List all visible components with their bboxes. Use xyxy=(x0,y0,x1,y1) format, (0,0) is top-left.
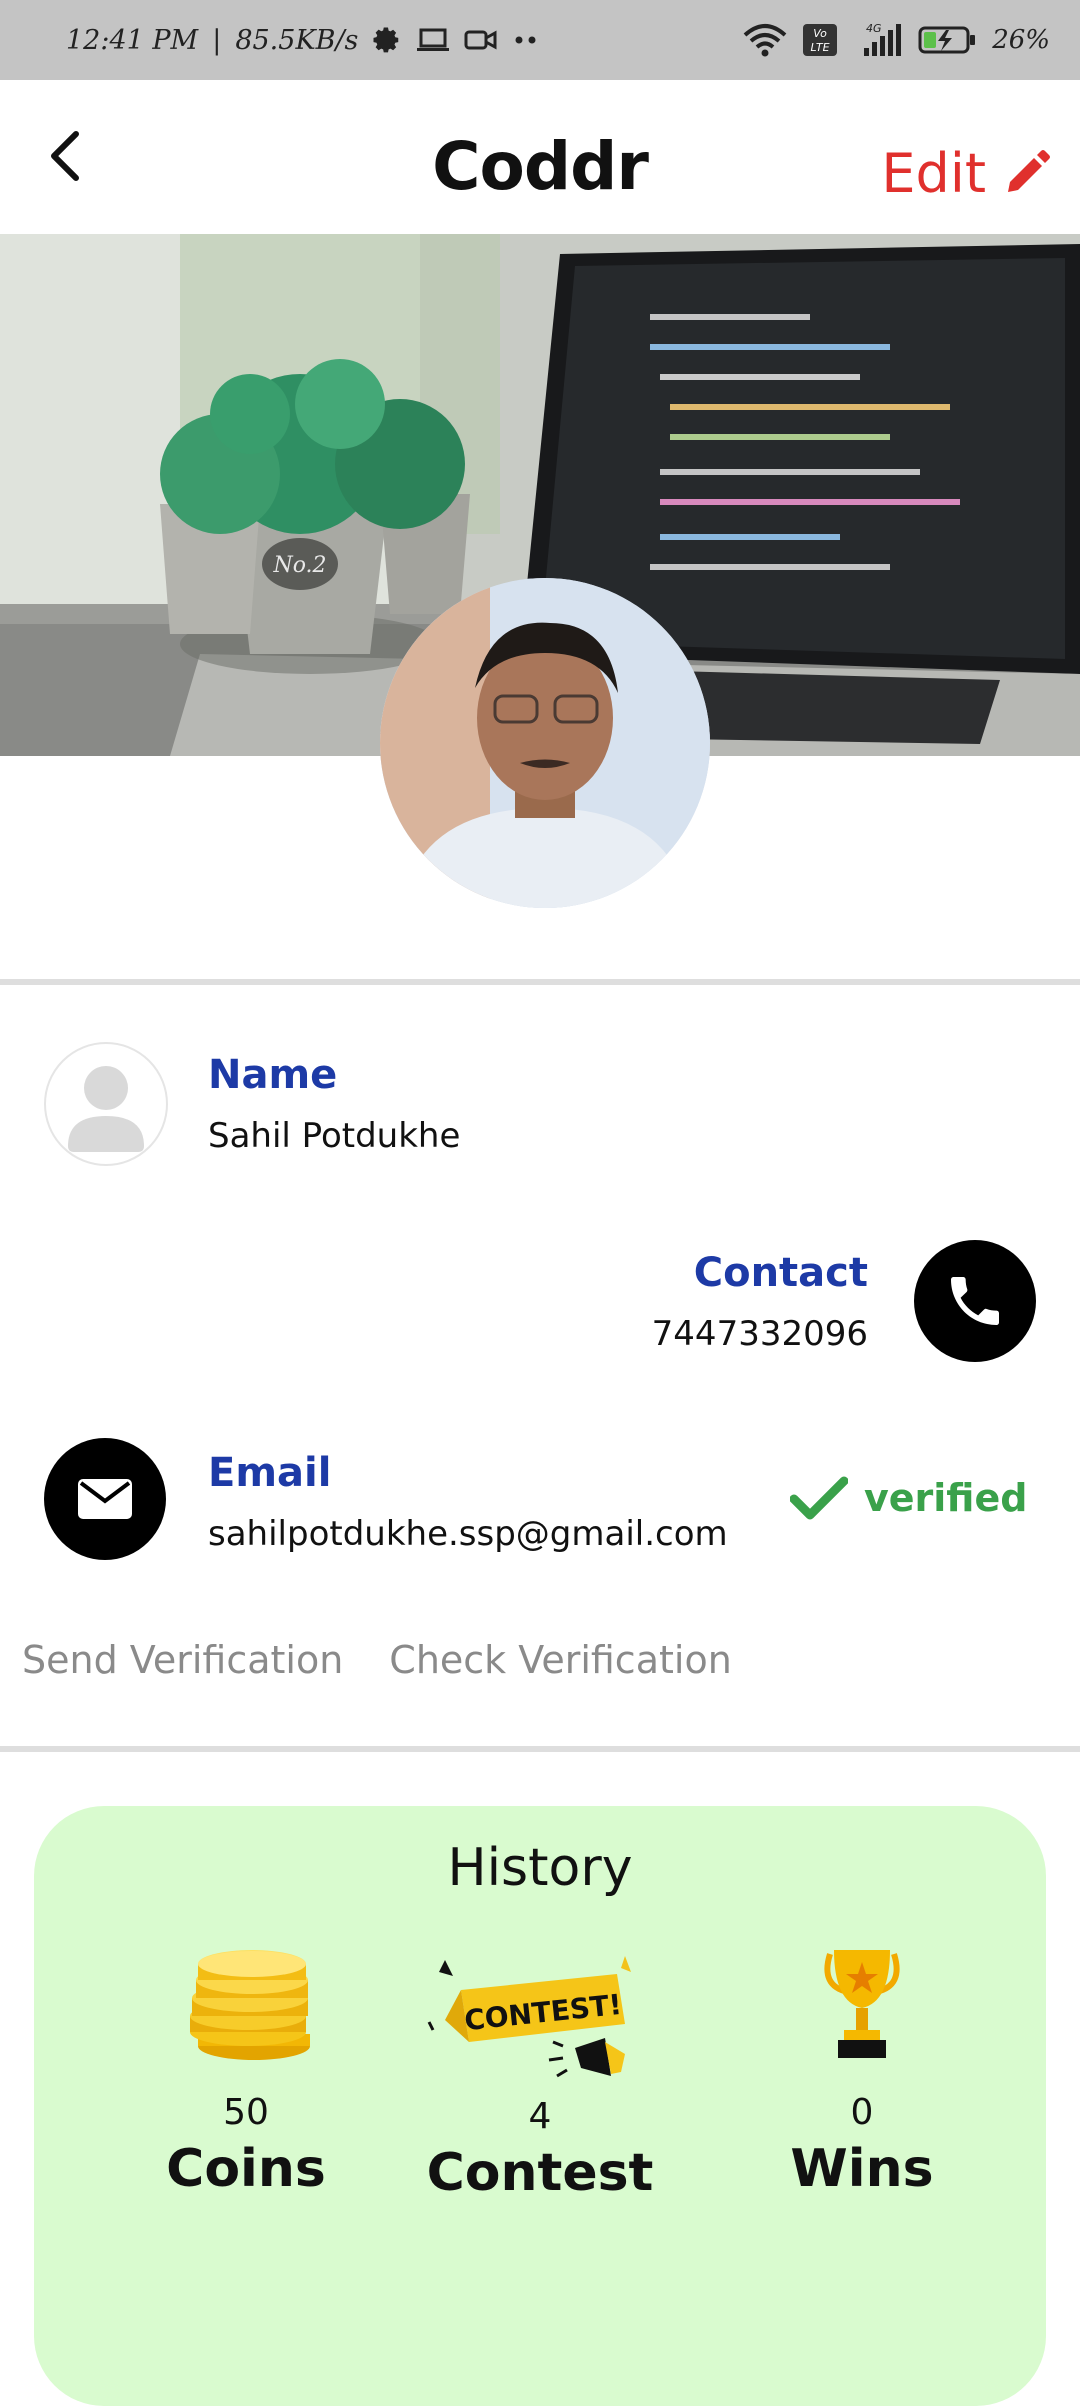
svg-text:No.2: No.2 xyxy=(272,553,326,578)
checkmark-icon xyxy=(790,1476,848,1520)
verified-label: verified xyxy=(864,1476,1028,1520)
svg-text:LTE: LTE xyxy=(811,41,830,54)
call-button[interactable] xyxy=(914,1240,1036,1362)
verification-actions: Send Verification Check Verification xyxy=(22,1638,732,1682)
svg-text:Vo: Vo xyxy=(813,27,827,40)
stat-coins[interactable]: 50 Coins xyxy=(116,1946,376,2199)
status-bar: 12:41 PM | 85.5KB/s Vo LTE 4G 26% xyxy=(0,0,1080,80)
check-verification-button[interactable]: Check Verification xyxy=(389,1638,731,1682)
wins-label: Wins xyxy=(790,2139,934,2199)
name-label: Name xyxy=(208,1052,338,1098)
status-right: Vo LTE 4G 26% xyxy=(742,0,1050,80)
wifi-icon xyxy=(742,23,788,57)
section-divider-bottom xyxy=(0,1746,1080,1752)
contact-value: 7447332096 xyxy=(651,1314,868,1354)
settings-gear-icon xyxy=(372,25,402,55)
email-button[interactable] xyxy=(44,1438,166,1560)
more-dots-icon xyxy=(512,35,540,45)
send-verification-button[interactable]: Send Verification xyxy=(22,1638,343,1682)
name-value: Sahil Potdukhe xyxy=(208,1116,461,1156)
coins-icon xyxy=(190,1950,310,2060)
edit-label: Edit xyxy=(881,142,986,205)
name-block: Name Sahil Potdukhe xyxy=(208,1052,460,1156)
edit-button[interactable]: Edit xyxy=(881,142,1052,205)
contact-block: Contact 7447332096 xyxy=(652,1250,868,1354)
coins-label: Coins xyxy=(166,2139,326,2199)
stat-wins[interactable]: 0 Wins xyxy=(732,1946,992,2199)
volte-badge: Vo LTE xyxy=(802,23,838,57)
trophy-icon xyxy=(824,1950,900,2058)
status-left: 12:41 PM | 85.5KB/s xyxy=(66,0,540,80)
history-card: History 50 Coins CONTEST! 4 Contest 0 Wi… xyxy=(34,1806,1046,2406)
stat-contest[interactable]: CONTEST! 4 Contest xyxy=(410,1950,670,2203)
pencil-icon xyxy=(1008,149,1050,192)
email-label: Email xyxy=(208,1450,332,1496)
profile-avatar[interactable] xyxy=(380,578,710,908)
status-separator: | xyxy=(212,24,222,56)
battery-charging-icon xyxy=(918,25,978,55)
contest-count: 4 xyxy=(528,2096,552,2137)
laptop-icon xyxy=(416,26,450,54)
verified-status: verified xyxy=(790,1475,1027,1521)
video-camera-icon xyxy=(464,26,498,54)
status-speed: 85.5KB/s xyxy=(235,24,359,56)
contact-label: Contact xyxy=(693,1250,868,1296)
coins-count: 50 xyxy=(223,2092,269,2133)
profile-photo xyxy=(380,578,710,908)
status-time: 12:41 PM xyxy=(66,24,199,56)
contest-banner-icon: CONTEST! xyxy=(427,1956,631,2078)
name-avatar-placeholder xyxy=(44,1042,168,1166)
contest-label: Contest xyxy=(426,2143,654,2203)
svg-text:4G: 4G xyxy=(866,22,882,35)
history-title: History xyxy=(447,1838,633,1898)
wins-count: 0 xyxy=(850,2092,874,2133)
app-bar: Coddr Edit xyxy=(0,80,1080,234)
section-divider-top xyxy=(0,979,1080,985)
person-icon xyxy=(68,1066,144,1152)
mail-icon xyxy=(78,1479,132,1519)
email-block: Email sahilpotdukhe.ssp@gmail.com xyxy=(208,1450,728,1554)
battery-percent: 26% xyxy=(992,25,1050,55)
email-value: sahilpotdukhe.ssp@gmail.com xyxy=(208,1514,728,1554)
phone-icon xyxy=(951,1277,999,1325)
signal-bars-icon: 4G xyxy=(852,22,904,58)
